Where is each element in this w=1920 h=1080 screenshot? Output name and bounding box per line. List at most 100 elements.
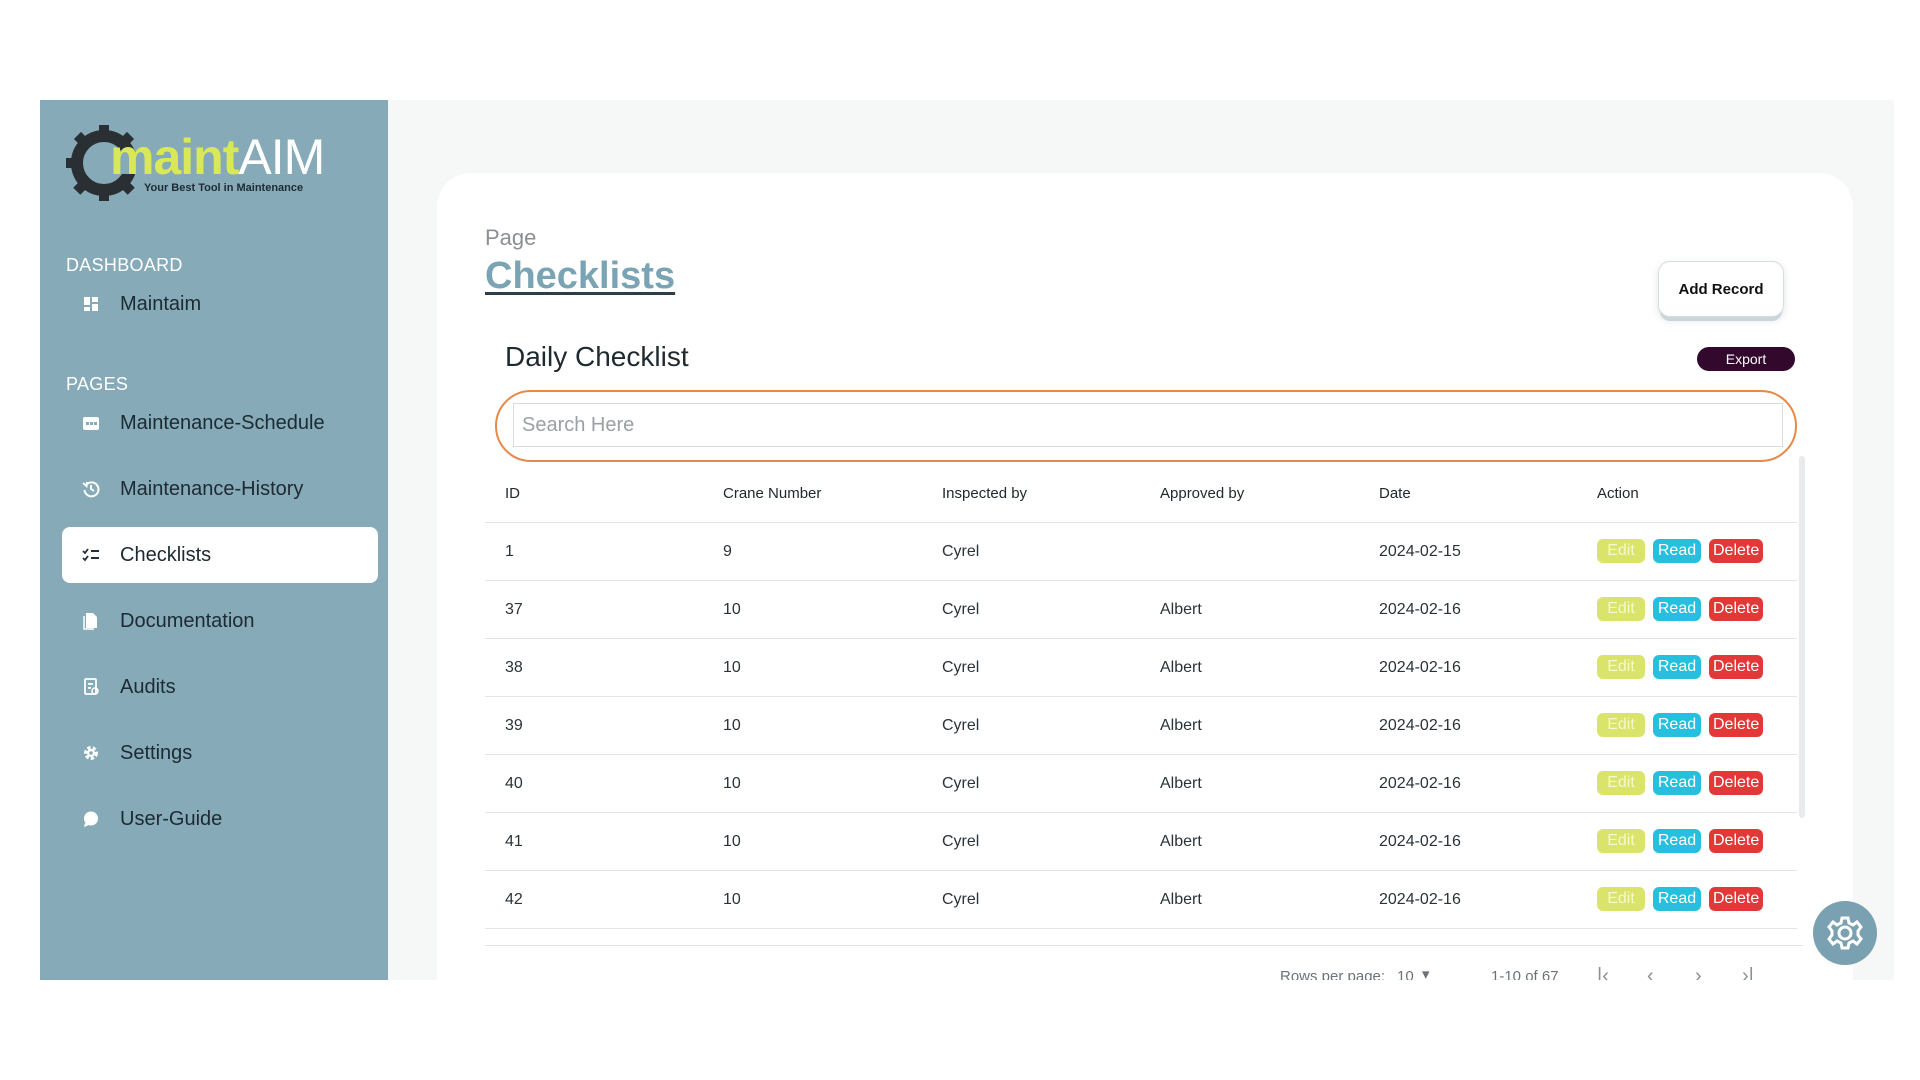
audit-icon: [80, 676, 102, 698]
dashboard-icon: [80, 293, 102, 315]
cell-id: 39: [505, 717, 523, 734]
cell-id: 41: [505, 833, 523, 850]
read-button[interactable]: Read: [1653, 655, 1701, 679]
column-header-crane-number[interactable]: Crane Number: [723, 485, 821, 502]
cell-inspected-by: Cyrel: [942, 891, 980, 908]
table-row: 40 10 Cyrel Albert 2024-02-16 Edit Read Delete: [485, 755, 1797, 813]
last-page-icon[interactable]: ›|: [1742, 965, 1754, 980]
edit-button[interactable]: Edit: [1597, 771, 1645, 795]
cell-inspected-by: Cyrel: [942, 775, 980, 792]
cell-crane-number: 10: [723, 891, 741, 908]
next-page-icon[interactable]: ›: [1695, 965, 1702, 980]
export-button[interactable]: Export: [1697, 347, 1795, 371]
cell-crane-number: 9: [723, 543, 732, 560]
edit-button[interactable]: Edit: [1597, 539, 1645, 563]
cell-crane-number: 10: [723, 601, 741, 618]
sidebar-item-maintenance-schedule[interactable]: Maintenance-Schedule: [62, 395, 378, 451]
delete-button[interactable]: Delete: [1709, 771, 1763, 795]
cell-date: 2024-02-16: [1379, 775, 1461, 792]
table-scrollbar[interactable]: [1799, 456, 1805, 818]
logo: maintAIM Your Best Tool in Maintenance: [66, 122, 325, 204]
pagination-range: 1-10 of 67: [1491, 968, 1559, 980]
cell-id: 37: [505, 601, 523, 618]
read-button[interactable]: Read: [1653, 887, 1701, 911]
cell-approved-by: Albert: [1160, 891, 1202, 908]
delete-button[interactable]: Delete: [1709, 655, 1763, 679]
cell-approved-by: Albert: [1160, 775, 1202, 792]
sidebar-item-label: Documentation: [120, 609, 255, 632]
page-kicker: Page: [485, 225, 537, 250]
delete-button[interactable]: Delete: [1709, 829, 1763, 853]
cell-date: 2024-02-16: [1379, 601, 1461, 618]
table-row: 38 10 Cyrel Albert 2024-02-16 Edit Read Delete: [485, 639, 1797, 697]
column-header-approved-by[interactable]: Approved by: [1160, 485, 1244, 502]
sidebar-item-audits[interactable]: Audits: [62, 659, 378, 715]
sidebar-item-settings[interactable]: Settings: [62, 725, 378, 781]
sidebar-item-maintenance-history[interactable]: Maintenance-History: [62, 461, 378, 517]
sidebar-item-label: Checklists: [120, 543, 212, 566]
cell-inspected-by: Cyrel: [942, 543, 980, 560]
sidebar-item-documentation[interactable]: Documentation: [62, 593, 378, 649]
sidebar-item-user-guide[interactable]: User-Guide: [62, 791, 378, 847]
cell-date: 2024-02-16: [1379, 833, 1461, 850]
cell-inspected-by: Cyrel: [942, 659, 980, 676]
read-button[interactable]: Read: [1653, 597, 1701, 621]
table-body: 1 9 Cyrel 2024-02-15 Edit Read Delete 37 10 Cyrel…: [485, 523, 1797, 929]
cell-crane-number: 10: [723, 659, 741, 676]
gear-icon: [80, 742, 102, 764]
sidebar-item-checklists[interactable]: Checklists: [62, 527, 378, 583]
column-header-date[interactable]: Date: [1379, 485, 1411, 502]
read-button[interactable]: Read: [1653, 713, 1701, 737]
cell-date: 2024-02-16: [1379, 659, 1461, 676]
sidebar-item-maintaim[interactable]: Maintaim: [62, 276, 378, 332]
rows-per-page-label: Rows per page:: [1280, 968, 1386, 980]
cell-approved-by: Albert: [1160, 659, 1202, 676]
settings-fab-button[interactable]: [1813, 901, 1877, 965]
prev-page-icon[interactable]: ‹: [1647, 965, 1654, 980]
edit-button[interactable]: Edit: [1597, 597, 1645, 621]
delete-button[interactable]: Delete: [1709, 539, 1763, 563]
read-button[interactable]: Read: [1653, 539, 1701, 563]
checklist-icon: [80, 544, 102, 566]
main-card: Page Checklists Add Record Daily Checkli…: [437, 173, 1853, 980]
cell-crane-number: 10: [723, 717, 741, 734]
calendar-icon: [80, 412, 102, 434]
sidebar-item-label: Maintenance-History: [120, 477, 304, 500]
read-button[interactable]: Read: [1653, 829, 1701, 853]
delete-button[interactable]: Delete: [1709, 597, 1763, 621]
section-label-pages: PAGES: [66, 374, 129, 394]
column-header-inspected-by[interactable]: Inspected by: [942, 485, 1027, 502]
cell-inspected-by: Cyrel: [942, 833, 980, 850]
column-header-id[interactable]: ID: [505, 485, 520, 502]
column-header-action: Action: [1597, 485, 1639, 502]
table-row: 41 10 Cyrel Albert 2024-02-16 Edit Read Delete: [485, 813, 1797, 871]
brand-wordmark: maintAIM: [110, 132, 325, 182]
chevron-down-icon[interactable]: ▾: [1422, 965, 1430, 980]
read-button[interactable]: Read: [1653, 771, 1701, 795]
table-header-row: ID Crane Number Inspected by Approved by…: [485, 465, 1797, 523]
row-actions: Edit Read Delete: [1597, 887, 1763, 911]
delete-button[interactable]: Delete: [1709, 887, 1763, 911]
first-page-icon[interactable]: |‹: [1597, 965, 1609, 980]
add-record-button[interactable]: Add Record: [1658, 261, 1784, 317]
edit-button[interactable]: Edit: [1597, 655, 1645, 679]
cell-approved-by: Albert: [1160, 601, 1202, 618]
edit-button[interactable]: Edit: [1597, 713, 1645, 737]
table-title: Daily Checklist: [505, 341, 689, 372]
page-title: Checklists: [485, 255, 676, 297]
sidebar-item-label: Audits: [120, 675, 176, 698]
sidebar-item-label: Maintenance-Schedule: [120, 411, 325, 434]
row-actions: Edit Read Delete: [1597, 655, 1763, 679]
app-frame: maintAIM Your Best Tool in Maintenance D…: [40, 100, 1894, 980]
sidebar-item-label: Maintaim: [120, 292, 202, 315]
chat-bubble-icon: [80, 808, 102, 830]
brand-tagline: Your Best Tool in Maintenance: [144, 182, 304, 194]
cell-approved-by: Albert: [1160, 717, 1202, 734]
search-input[interactable]: [513, 403, 1783, 447]
edit-button[interactable]: Edit: [1597, 887, 1645, 911]
rows-per-page-select[interactable]: 10: [1397, 968, 1414, 980]
delete-button[interactable]: Delete: [1709, 713, 1763, 737]
cell-id: 1: [505, 543, 514, 560]
cell-date: 2024-02-16: [1379, 891, 1461, 908]
edit-button[interactable]: Edit: [1597, 829, 1645, 853]
